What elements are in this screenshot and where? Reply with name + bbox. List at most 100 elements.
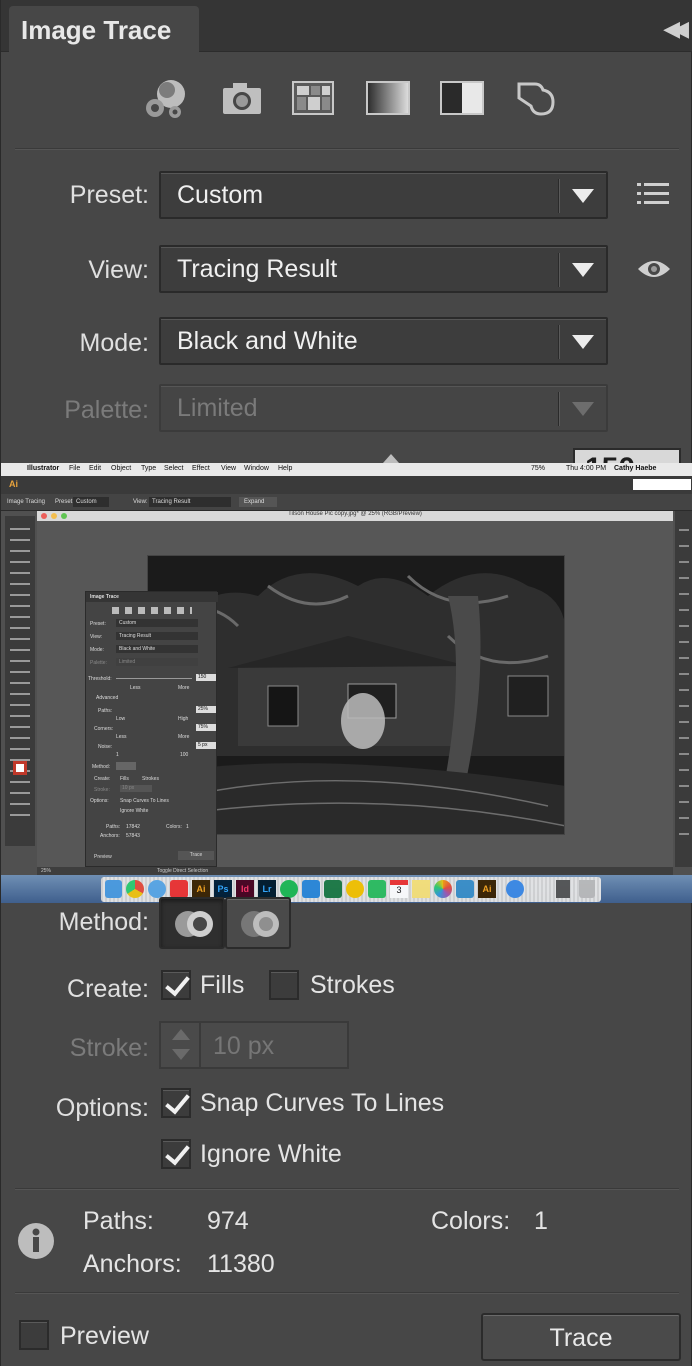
acrobat-icon[interactable] (170, 880, 188, 898)
black-white-icon[interactable] (439, 78, 487, 118)
menubar-item[interactable]: View (221, 465, 236, 472)
snap-curves-checkbox[interactable] (161, 1088, 191, 1118)
preview-checkbox[interactable] (19, 1320, 49, 1350)
panel-icons[interactable] (679, 521, 689, 841)
chevron-down-icon (572, 189, 594, 203)
mini-threshold-value[interactable]: 150 (196, 674, 216, 681)
illustrator-icon[interactable]: Ai (478, 880, 496, 898)
zoom-window-icon[interactable] (61, 513, 67, 519)
tool-icons[interactable] (10, 522, 30, 822)
mini-fills-checkbox[interactable]: Fills (120, 776, 129, 782)
menubar-item[interactable]: Object (111, 465, 131, 472)
double-chevron-left-icon[interactable]: ◀◀ (663, 16, 689, 42)
grayscale-icon[interactable] (365, 78, 413, 118)
mini-create-label: Create: (94, 776, 111, 782)
control-preset-label: Preset: (55, 499, 75, 505)
mini-method-label: Method: (92, 764, 111, 770)
control-view-label: View: (133, 499, 148, 505)
mini-snap-checkbox[interactable]: Snap Curves To Lines (120, 798, 169, 804)
mini-preset-dropdown[interactable]: Custom (116, 619, 198, 627)
chevron-down-icon (572, 402, 594, 416)
panel-tab-image-trace[interactable]: Image Trace (9, 6, 199, 52)
close-window-icon[interactable] (41, 513, 47, 519)
menubar-item[interactable]: Type (141, 465, 156, 472)
ignore-white-checkbox[interactable] (161, 1139, 191, 1169)
threshold-slider-thumb[interactable] (383, 454, 399, 463)
eye-icon[interactable] (637, 257, 671, 281)
minimize-window-icon[interactable] (51, 513, 57, 519)
chrome-icon[interactable] (126, 880, 144, 898)
fills-checkbox[interactable] (161, 970, 191, 1000)
fill-stroke-swatch[interactable] (13, 761, 27, 775)
mini-strokes-checkbox[interactable]: Strokes (142, 776, 159, 782)
search-input[interactable] (633, 479, 691, 490)
control-expand-button[interactable]: Expand (239, 497, 277, 507)
mini-preset-icons[interactable] (112, 607, 192, 614)
mini-advanced-toggle[interactable]: Advanced (96, 695, 118, 701)
camera-icon[interactable] (219, 78, 267, 118)
photos-icon[interactable] (434, 880, 452, 898)
evernote-icon[interactable] (368, 880, 386, 898)
auto-color-icon[interactable] (141, 74, 191, 122)
canvas[interactable]: Image Trace Preset: Custom View: Tracing… (37, 521, 673, 867)
mini-image-trace-panel: Image Trace Preset: Custom View: Tracing… (85, 591, 218, 867)
wunderlist-icon[interactable] (302, 880, 320, 898)
calendar-icon[interactable]: 3 (390, 880, 408, 898)
chevron-up-icon (172, 1029, 190, 1040)
menubar-app[interactable]: Illustrator (27, 465, 59, 472)
mini-threshold-slider[interactable] (116, 678, 192, 679)
preset-label: Preset: (69, 181, 149, 209)
mini-preview-checkbox[interactable]: Preview (94, 854, 112, 860)
mode-dropdown[interactable]: Black and White (159, 317, 608, 365)
messages-icon[interactable] (148, 880, 166, 898)
menubar-item[interactable]: Effect (192, 465, 210, 472)
method-abutting-button[interactable] (159, 897, 225, 949)
sketchbook-icon[interactable] (456, 880, 474, 898)
illustrator-icon[interactable]: Ai (192, 880, 210, 898)
divider (15, 1188, 679, 1190)
trace-button[interactable]: Trace (481, 1313, 681, 1361)
preset-dropdown[interactable]: Custom (159, 171, 608, 219)
menubar-item[interactable]: File (69, 465, 80, 472)
mini-view-dropdown[interactable]: Tracing Result (116, 632, 198, 640)
dropbox-icon[interactable] (506, 880, 524, 898)
mini-mode-dropdown[interactable]: Black and White (116, 645, 198, 653)
strokes-checkbox[interactable] (269, 970, 299, 1000)
downloads-icon[interactable] (556, 880, 570, 898)
view-dropdown[interactable]: Tracing Result (159, 245, 608, 293)
trash-icon[interactable] (579, 880, 595, 898)
spotify-icon[interactable] (280, 880, 298, 898)
outline-icon[interactable] (513, 78, 561, 118)
method-overlapping-button[interactable] (225, 897, 291, 949)
mini-method-buttons[interactable] (116, 762, 136, 770)
mini-corners-value[interactable]: 75% (196, 724, 216, 731)
photoshop-icon[interactable]: Ps (214, 880, 232, 898)
mini-paths-value[interactable]: 25% (196, 706, 216, 713)
menubar-item[interactable]: Edit (89, 465, 101, 472)
mini-noise-value[interactable]: 5 px (196, 742, 216, 749)
mini-colors-stat: 1 (186, 824, 189, 830)
stickies-icon[interactable] (412, 880, 430, 898)
control-preset-dropdown[interactable]: Custom (73, 497, 109, 507)
dropdown-divider (558, 392, 560, 426)
norton-icon[interactable] (346, 880, 364, 898)
menubar-item[interactable]: Select (164, 465, 183, 472)
info-icon[interactable] (17, 1222, 55, 1260)
panel-header: Image Trace ◀◀ (1, 0, 692, 52)
menubar-item[interactable]: Help (278, 465, 292, 472)
mini-trace-button[interactable]: Trace (178, 851, 214, 860)
menubar-user[interactable]: Cathy Haebe (614, 465, 656, 472)
zoom-level[interactable]: 25% (41, 868, 51, 874)
control-view-dropdown[interactable]: Tracing Result (149, 497, 231, 507)
embedded-illustrator-screenshot: Illustrator File Edit Object Type Select… (1, 463, 692, 903)
excel-icon[interactable] (324, 880, 342, 898)
indesign-icon[interactable]: Id (236, 880, 254, 898)
menubar-item[interactable]: Window (244, 465, 269, 472)
mini-ignore-checkbox[interactable]: Ignore White (120, 808, 148, 814)
preset-list-icon[interactable] (637, 180, 669, 208)
lightroom-icon[interactable]: Lr (258, 880, 276, 898)
mini-colors-stat-label: Colors: (166, 824, 182, 830)
finder-icon[interactable] (105, 880, 122, 898)
low-color-icon[interactable] (291, 78, 339, 118)
anchors-stat-value: 11380 (207, 1250, 275, 1278)
